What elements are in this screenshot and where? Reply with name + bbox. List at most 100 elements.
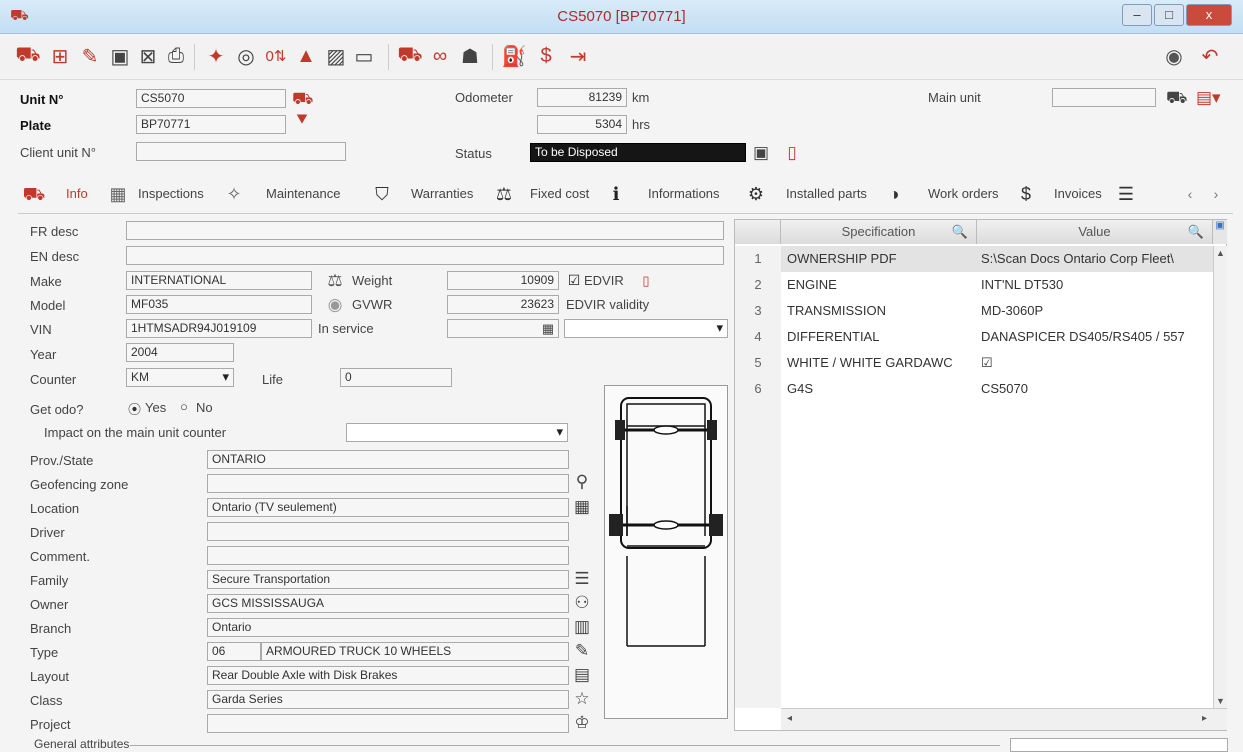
layout-field[interactable]: Rear Double Axle with Disk Brakes [207, 666, 569, 685]
vertical-scrollbar[interactable]: ▲ ▼ [1213, 246, 1227, 708]
edit-icon[interactable]: ✎ [76, 42, 104, 70]
history-icon[interactable]: ◎ [232, 42, 260, 70]
status-doc-icon[interactable]: ▯ [782, 143, 802, 162]
map-pin-icon[interactable]: ⚲ [572, 472, 592, 491]
tab-scroll-right-icon[interactable]: › [1204, 182, 1228, 206]
get-odo-yes-radio[interactable]: ⦿ [128, 399, 141, 418]
comment-field[interactable] [207, 546, 569, 565]
en-desc-field[interactable] [126, 246, 724, 265]
table-row[interactable]: 1 OWNERSHIP PDF S:\Scan Docs Ontario Cor… [735, 246, 1213, 272]
owner-field[interactable]: GCS MISSISSAUGA [207, 594, 569, 613]
unit-type-icon[interactable]: ⛟▾ [292, 89, 313, 127]
table-row[interactable]: 2 ENGINE INT'NL DT530 [735, 272, 1213, 298]
branch-icon[interactable]: ▥ [572, 617, 592, 636]
value-column-header[interactable]: Value 🔍 [977, 220, 1213, 244]
scroll-down-icon[interactable]: ▼ [1216, 696, 1225, 706]
status-edit-icon[interactable]: ▣ [751, 143, 771, 162]
general-attributes-field[interactable] [1010, 738, 1228, 752]
tab-scroll-left-icon[interactable]: ‹ [1178, 182, 1202, 206]
scroll-left-icon[interactable]: ◂ [787, 713, 792, 724]
owner-icon[interactable]: ⚇ [572, 593, 592, 612]
type-icon[interactable]: ✎ [572, 641, 592, 660]
type-field[interactable]: ARMOURED TRUCK 10 WHEELS [261, 642, 569, 661]
tab-invoices[interactable]: Invoices [1054, 186, 1102, 201]
tab-info[interactable]: Info [66, 186, 88, 201]
eye-icon[interactable]: ◉ [1160, 42, 1188, 70]
class-field[interactable]: Garda Series [207, 690, 569, 709]
tab-maintenance[interactable]: Maintenance [266, 186, 340, 201]
pin-icon[interactable]: ✦ [202, 42, 230, 70]
driver-field[interactable] [207, 522, 569, 541]
prov-field[interactable]: ONTARIO [207, 450, 569, 469]
person-icon[interactable]: ☗ [456, 42, 484, 70]
tab-informations[interactable]: Informations [648, 186, 720, 201]
family-icon[interactable]: ☰ [572, 569, 592, 588]
project-field[interactable] [207, 714, 569, 733]
edvir-link-icon[interactable]: ▯ [636, 271, 656, 290]
tab-fixed-cost[interactable]: Fixed cost [530, 186, 589, 201]
horizontal-scrollbar[interactable]: ◂ ▸ [781, 708, 1227, 730]
location-field[interactable]: Ontario (TV seulement) [207, 498, 569, 517]
odometer-field[interactable]: 81239 [537, 88, 627, 107]
scroll-up-icon[interactable]: ▲ [1216, 248, 1225, 258]
gvwr-field[interactable]: 23623 [447, 295, 559, 314]
year-field[interactable]: 2004 [126, 343, 234, 362]
table-row[interactable]: 3 TRANSMISSION MD-3060P [735, 298, 1213, 324]
add-icon[interactable]: ⊞ [46, 42, 74, 70]
vin-field[interactable]: 1HTMSADR94J019109 [126, 319, 312, 338]
plate-field[interactable]: BP70771 [136, 115, 286, 134]
edvir-checkbox[interactable]: ☑ [564, 271, 584, 290]
project-icon[interactable]: ♔ [572, 713, 592, 732]
client-unit-field[interactable] [136, 142, 346, 161]
tab-work-orders[interactable]: Work orders [928, 186, 999, 201]
status-field[interactable]: To be Disposed [530, 143, 746, 162]
invoice-icon[interactable]: $ [532, 42, 560, 70]
counter-icon[interactable]: 0⇅ [262, 42, 290, 70]
undo-icon[interactable]: ↶ [1196, 42, 1224, 70]
main-unit-menu-icon[interactable]: ▤▾ [1196, 88, 1221, 107]
table-row[interactable]: 6 G4S CS5070 [735, 376, 1213, 402]
truck-icon[interactable]: ⛟ [396, 42, 424, 70]
geofence-field[interactable] [207, 474, 569, 493]
cone-icon[interactable]: ▲ [292, 42, 320, 70]
branch-field[interactable]: Ontario [207, 618, 569, 637]
close-button[interactable]: x [1186, 4, 1232, 26]
truck-add-icon[interactable]: ⛟ [14, 42, 42, 70]
counter-select[interactable]: KM [126, 368, 234, 387]
grid-settings-icon[interactable]: ▣ [1213, 220, 1227, 244]
table-row[interactable]: 5 WHITE / WHITE GARDAWC ☑ [735, 350, 1213, 376]
main-unit-field[interactable] [1052, 88, 1156, 107]
weight-field[interactable]: 10909 [447, 271, 559, 290]
spec-column-header[interactable]: Specification 🔍 [781, 220, 977, 244]
spec-search-icon[interactable]: 🔍 [952, 220, 968, 244]
specifications-grid[interactable]: Specification 🔍 Value 🔍 ▣ 1 OWNERSHIP PD… [734, 219, 1227, 731]
hours-field[interactable]: 5304 [537, 115, 627, 134]
minimize-button[interactable]: – [1122, 4, 1152, 26]
image-icon[interactable]: ▨ [322, 42, 350, 70]
get-odo-no-radio[interactable]: ○ [180, 399, 188, 414]
cancel-icon[interactable]: ⊠ [134, 42, 162, 70]
link-icon[interactable]: ⇥ [564, 42, 592, 70]
more-tabs-icon[interactable]: ☰ [1114, 182, 1138, 206]
scroll-right-icon[interactable]: ▸ [1202, 713, 1207, 724]
tab-installed-parts[interactable]: Installed parts [786, 186, 867, 201]
location-icon[interactable]: ▦ [572, 497, 592, 516]
tab-inspections[interactable]: Inspections [138, 186, 204, 201]
tab-warranties[interactable]: Warranties [411, 186, 473, 201]
fr-desc-field[interactable] [126, 221, 724, 240]
fuel-icon[interactable]: ⛽ [500, 42, 528, 70]
calendar-icon[interactable]: ▦ [538, 319, 558, 338]
print-icon[interactable]: ⎙ [162, 42, 190, 70]
type-code-field[interactable]: 06 [207, 642, 261, 661]
card-icon[interactable]: ▭ [350, 42, 378, 70]
value-search-icon[interactable]: 🔍 [1188, 220, 1204, 244]
model-field[interactable]: MF035 [126, 295, 312, 314]
layout-icon[interactable]: ▤ [572, 665, 592, 684]
unit-no-field[interactable]: CS5070 [136, 89, 286, 108]
table-row[interactable]: 4 DIFFERENTIAL DANASPICER DS405/RS405 / … [735, 324, 1213, 350]
impact-select[interactable] [346, 423, 568, 442]
class-star-icon[interactable]: ☆ [572, 689, 592, 708]
binoculars-icon[interactable]: ∞ [426, 42, 454, 70]
family-field[interactable]: Secure Transportation [207, 570, 569, 589]
save-icon[interactable]: ▣ [106, 42, 134, 70]
